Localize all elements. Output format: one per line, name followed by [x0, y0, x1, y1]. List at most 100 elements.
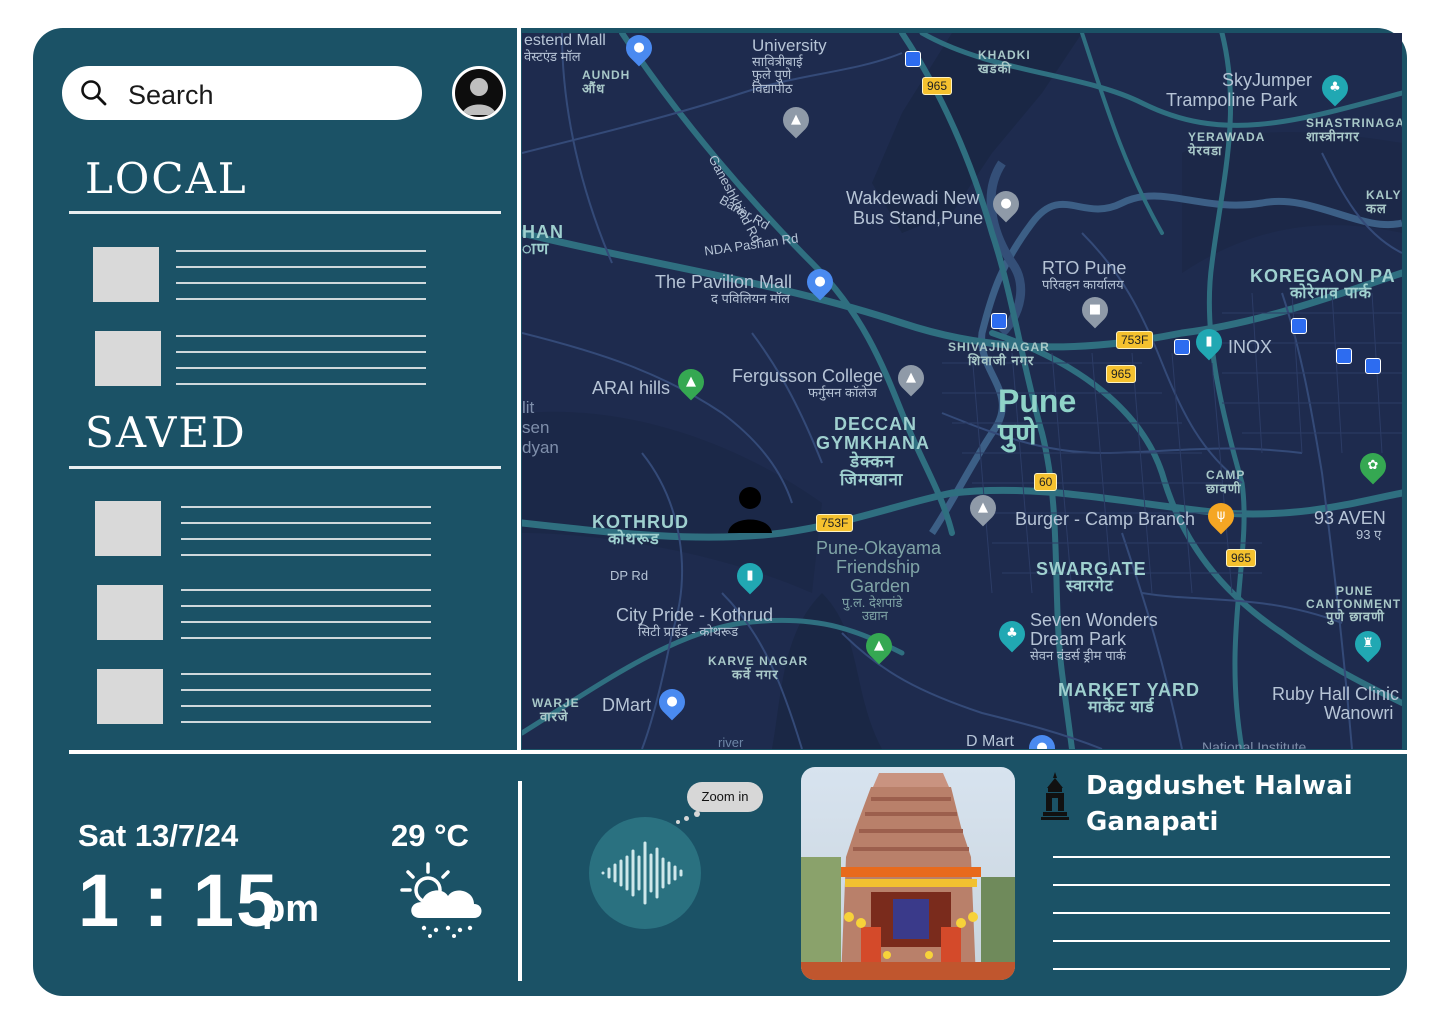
map-label: KOTHRUD कोथरूड	[592, 512, 689, 548]
transit-icon[interactable]	[1291, 318, 1307, 334]
map-label: The Pavilion Mall द पविलियन मॉल	[655, 272, 793, 306]
highway-badge: 753F	[816, 514, 854, 532]
map-label: KHADKI खडकी	[978, 48, 1031, 76]
school-pin-icon[interactable]: ▲	[892, 359, 930, 397]
map-label: City Pride - Kothrud सिटी प्राईड - कोथरूड	[616, 605, 774, 639]
local-item-thumbnail[interactable]	[93, 247, 159, 302]
search-input[interactable]: Search	[128, 80, 214, 111]
place-photo[interactable]	[801, 767, 1015, 980]
map-label: Trampoline Park	[1166, 90, 1298, 110]
map-label: RTO Pune परिवहन कार्यालय	[1042, 258, 1127, 292]
saved-item-text[interactable]	[181, 506, 431, 570]
map-label: YERAWADA येरवडा	[1188, 130, 1266, 158]
saved-item-text[interactable]	[181, 673, 431, 737]
bus-station-pin-icon[interactable]: ●	[987, 185, 1025, 223]
saved-item-thumbnail[interactable]	[97, 585, 163, 640]
transit-icon[interactable]	[1336, 348, 1352, 364]
map-label: estend Mall वेस्टएंड मॉल	[524, 33, 606, 64]
map-label: sen	[522, 418, 550, 437]
map-label: DECCAN GYMKHANA डेक्कन जिमखाना	[816, 414, 930, 489]
map-label: SHIVAJINAGAR शिवाजी नगर	[948, 340, 1050, 368]
map-label: PUNE CANTONMENT पुणे छावणी	[1306, 584, 1402, 625]
local-item-text[interactable]	[176, 250, 426, 314]
attraction-pin-icon[interactable]: ♜	[1349, 625, 1387, 663]
local-section-title: LOCAL	[85, 154, 248, 203]
map-road-label: DP Rd	[610, 568, 649, 583]
shopping-cart-pin-icon[interactable]: ●	[653, 683, 691, 721]
voice-command-bubble: Zoom in	[687, 782, 763, 812]
map-label: AUNDH औंध	[582, 68, 631, 96]
map-label: Wakdewadi New	[846, 188, 980, 208]
park-pin-icon[interactable]: ✿	[1354, 447, 1392, 485]
map-label: SkyJumper	[1222, 70, 1313, 90]
saved-item-text[interactable]	[181, 589, 431, 653]
map-label: University सावित्रीबाई फुले पुणे विद्यापीठ	[752, 36, 827, 97]
search-icon	[81, 80, 107, 106]
transit-icon[interactable]	[1365, 358, 1381, 374]
search-bar[interactable]: Search	[62, 66, 422, 120]
highway-badge: 965	[922, 77, 953, 95]
place-detail-line	[1053, 912, 1390, 914]
user-avatar[interactable]	[452, 66, 506, 120]
place-detail-line	[1053, 856, 1390, 858]
map-label: SHASTRINAGA शास्त्रीनगर	[1306, 116, 1402, 144]
hiking-pin-icon[interactable]: ▲	[672, 363, 710, 401]
cinema-pin-icon[interactable]: ▮	[731, 557, 769, 595]
map-label: National Institute	[1202, 739, 1307, 749]
saved-divider	[69, 466, 501, 469]
restaurant-pin-icon[interactable]: ψ	[1202, 497, 1240, 535]
transit-icon[interactable]	[991, 313, 1007, 329]
map-label: KALY कल	[1366, 188, 1402, 216]
school-pin-icon[interactable]: ▲	[777, 101, 815, 139]
map-label: ARAI hills	[592, 378, 671, 398]
time-display: 1 : 15	[78, 859, 280, 942]
local-divider	[69, 211, 501, 214]
map-label: dyan	[522, 438, 559, 457]
temperature-display: 29 °C	[391, 818, 469, 853]
map-label: Burger - Camp Branch	[1015, 509, 1196, 529]
sound-wave-icon	[601, 841, 683, 905]
temple-icon	[1041, 772, 1069, 820]
saved-item-thumbnail[interactable]	[95, 501, 161, 556]
school-pin-icon[interactable]: ▲	[964, 489, 1002, 527]
local-item-text[interactable]	[176, 335, 426, 399]
map-label: HANाण	[522, 222, 564, 258]
map-label: CAMP छावणी	[1206, 468, 1246, 496]
transit-icon[interactable]	[905, 51, 921, 67]
sidebar-separator	[517, 28, 521, 752]
map-label: Pune-Okayama Friendship Garden पु.ल. देशपां…	[816, 538, 942, 624]
place-detail-line	[1053, 968, 1390, 970]
saved-section-title: SAVED	[85, 408, 247, 457]
park-pin-icon[interactable]: ♣	[993, 615, 1031, 653]
temple-photo-image	[801, 767, 1015, 980]
partly-cloudy-rain-icon	[400, 862, 482, 938]
map-label: Seven Wonders Dream Park सेवन वंडर्स ड्रीम…	[1030, 610, 1158, 663]
park-pin-icon[interactable]: ♣	[1316, 69, 1354, 107]
transit-icon[interactable]	[1174, 339, 1190, 355]
map-label: 93 AVEN 93 ए	[1314, 508, 1386, 542]
map-label: KARVE NAGAR कर्वे नगर	[708, 654, 809, 682]
local-item-thumbnail[interactable]	[95, 331, 161, 386]
horizontal-divider	[69, 750, 1407, 754]
highway-badge: 965	[1226, 549, 1257, 567]
map-label: KOREGAON PA कोरेगाव पार्क	[1250, 266, 1396, 302]
place-detail-line	[1053, 884, 1390, 886]
map-view[interactable]: estend Mall वेस्टएंड मॉल AUNDH औंध Univers…	[522, 33, 1402, 749]
user-icon	[462, 78, 496, 115]
map-label: MARKET YARD मार्केट यार्ड	[1058, 680, 1201, 716]
voice-assistant-button[interactable]	[589, 817, 701, 929]
map-label: Bus Stand,Pune	[853, 208, 984, 228]
date-display: Sat 13/7/24	[78, 818, 239, 853]
map-label: SWARGATE स्वारगेट	[1036, 559, 1147, 595]
map-label: D Mart	[966, 733, 1014, 749]
map-label: lit	[522, 398, 535, 417]
saved-item-thumbnail[interactable]	[97, 669, 163, 724]
map-label: INOX	[1228, 337, 1273, 357]
cinema-pin-icon[interactable]: ▮	[1190, 323, 1228, 361]
shopping-pin-icon[interactable]: ●	[801, 263, 839, 301]
government-pin-icon[interactable]: ■	[1076, 291, 1114, 329]
map-label: DMart	[602, 695, 651, 715]
place-detail-line	[1053, 940, 1390, 942]
map-label: river	[718, 735, 744, 749]
tree-pin-icon[interactable]: ▲	[860, 627, 898, 665]
